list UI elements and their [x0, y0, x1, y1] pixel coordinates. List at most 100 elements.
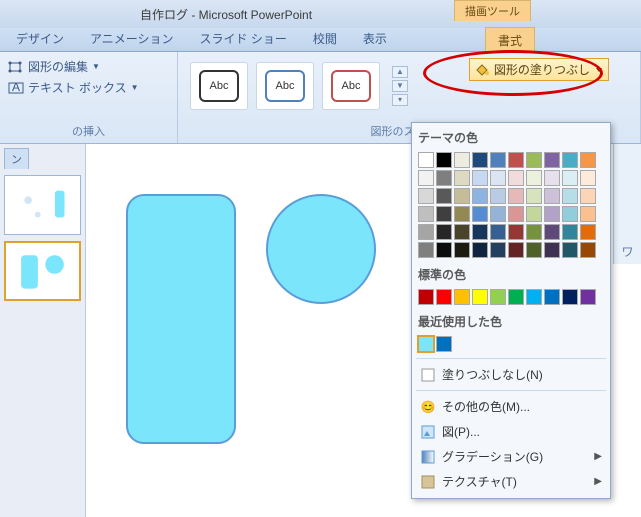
- color-swatch[interactable]: [544, 242, 560, 258]
- color-swatch[interactable]: [490, 242, 506, 258]
- circle-shape[interactable]: [266, 194, 376, 304]
- color-swatch[interactable]: [472, 289, 488, 305]
- color-swatch[interactable]: [418, 170, 434, 186]
- color-swatch[interactable]: [436, 224, 452, 240]
- color-swatch[interactable]: [418, 206, 434, 222]
- color-swatch[interactable]: [490, 188, 506, 204]
- color-swatch[interactable]: [508, 242, 524, 258]
- color-swatch[interactable]: [490, 289, 506, 305]
- color-swatch[interactable]: [580, 242, 596, 258]
- recent-color-row: [416, 334, 606, 354]
- color-swatch[interactable]: [436, 206, 452, 222]
- style-swatch-2[interactable]: Abc: [256, 62, 314, 110]
- color-swatch[interactable]: [454, 206, 470, 222]
- color-swatch[interactable]: [454, 170, 470, 186]
- color-swatch[interactable]: [454, 224, 470, 240]
- more-colors-item[interactable]: 😊 その他の色(M)...: [416, 394, 606, 419]
- tab-design[interactable]: デザイン: [8, 26, 72, 51]
- gallery-more-icon[interactable]: ▾: [392, 94, 408, 106]
- color-swatch[interactable]: [562, 242, 578, 258]
- color-swatch[interactable]: [436, 152, 452, 168]
- color-swatch[interactable]: [418, 336, 434, 352]
- color-swatch[interactable]: [418, 188, 434, 204]
- color-swatch[interactable]: [580, 152, 596, 168]
- style-swatch-1[interactable]: Abc: [190, 62, 248, 110]
- color-swatch[interactable]: [490, 152, 506, 168]
- color-swatch[interactable]: [490, 170, 506, 186]
- color-swatch[interactable]: [544, 188, 560, 204]
- color-swatch[interactable]: [490, 224, 506, 240]
- style-swatch-3[interactable]: Abc: [322, 62, 380, 110]
- color-swatch[interactable]: [580, 188, 596, 204]
- gradient-item[interactable]: グラデーション(G) ▶: [416, 444, 606, 469]
- panel-tab[interactable]: ン: [4, 148, 29, 169]
- edit-shape-button[interactable]: 図形の編集 ▼: [8, 58, 169, 75]
- color-swatch[interactable]: [454, 188, 470, 204]
- color-swatch[interactable]: [508, 206, 524, 222]
- color-swatch[interactable]: [508, 152, 524, 168]
- texture-item[interactable]: テクスチャ(T) ▶: [416, 469, 606, 494]
- color-swatch[interactable]: [418, 224, 434, 240]
- text-box-label: テキスト ボックス: [28, 79, 127, 96]
- color-swatch[interactable]: [436, 170, 452, 186]
- shape-fill-button[interactable]: 図形の塗りつぶし: [469, 58, 609, 81]
- gallery-up-icon[interactable]: ▲: [392, 66, 408, 78]
- tab-format[interactable]: 書式: [485, 27, 535, 53]
- color-swatch[interactable]: [436, 336, 452, 352]
- tab-animation[interactable]: アニメーション: [82, 26, 182, 51]
- color-swatch[interactable]: [580, 289, 596, 305]
- no-fill-item[interactable]: 塗りつぶしなし(N): [416, 362, 606, 387]
- color-swatch[interactable]: [472, 206, 488, 222]
- gallery-down-icon[interactable]: ▼: [392, 80, 408, 92]
- color-swatch[interactable]: [562, 289, 578, 305]
- color-swatch[interactable]: [544, 224, 560, 240]
- color-swatch[interactable]: [580, 170, 596, 186]
- color-swatch[interactable]: [490, 206, 506, 222]
- color-swatch[interactable]: [454, 289, 470, 305]
- color-swatch[interactable]: [580, 206, 596, 222]
- color-swatch[interactable]: [562, 152, 578, 168]
- color-swatch[interactable]: [544, 289, 560, 305]
- color-swatch[interactable]: [544, 170, 560, 186]
- color-swatch[interactable]: [580, 224, 596, 240]
- picture-fill-item[interactable]: 図(P)...: [416, 419, 606, 444]
- tab-review[interactable]: 校閲: [305, 26, 345, 51]
- color-swatch[interactable]: [472, 170, 488, 186]
- tab-view[interactable]: 表示: [355, 26, 395, 51]
- color-swatch[interactable]: [526, 289, 542, 305]
- color-swatch[interactable]: [472, 224, 488, 240]
- color-swatch[interactable]: [562, 224, 578, 240]
- color-swatch[interactable]: [472, 152, 488, 168]
- color-swatch[interactable]: [472, 188, 488, 204]
- color-swatch[interactable]: [526, 152, 542, 168]
- color-swatch[interactable]: [436, 242, 452, 258]
- tab-slideshow[interactable]: スライド ショー: [192, 26, 295, 51]
- color-swatch[interactable]: [562, 206, 578, 222]
- color-swatch[interactable]: [526, 224, 542, 240]
- color-swatch[interactable]: [526, 242, 542, 258]
- color-swatch[interactable]: [508, 170, 524, 186]
- color-swatch[interactable]: [418, 152, 434, 168]
- color-swatch[interactable]: [526, 170, 542, 186]
- color-swatch[interactable]: [508, 224, 524, 240]
- text-box-button[interactable]: A テキスト ボックス ▼: [8, 79, 169, 96]
- color-swatch[interactable]: [562, 170, 578, 186]
- color-swatch[interactable]: [544, 206, 560, 222]
- color-swatch[interactable]: [508, 289, 524, 305]
- palette-icon: 😊: [420, 399, 436, 415]
- color-swatch[interactable]: [526, 188, 542, 204]
- color-swatch[interactable]: [544, 152, 560, 168]
- color-swatch[interactable]: [508, 188, 524, 204]
- color-swatch[interactable]: [436, 289, 452, 305]
- color-swatch[interactable]: [562, 188, 578, 204]
- color-swatch[interactable]: [436, 188, 452, 204]
- color-swatch[interactable]: [472, 242, 488, 258]
- color-swatch[interactable]: [454, 242, 470, 258]
- color-swatch[interactable]: [526, 206, 542, 222]
- slide-thumb-2[interactable]: [4, 241, 81, 301]
- rounded-rectangle-shape[interactable]: [126, 194, 236, 444]
- color-swatch[interactable]: [418, 289, 434, 305]
- slide-thumb-1[interactable]: [4, 175, 81, 235]
- color-swatch[interactable]: [418, 242, 434, 258]
- color-swatch[interactable]: [454, 152, 470, 168]
